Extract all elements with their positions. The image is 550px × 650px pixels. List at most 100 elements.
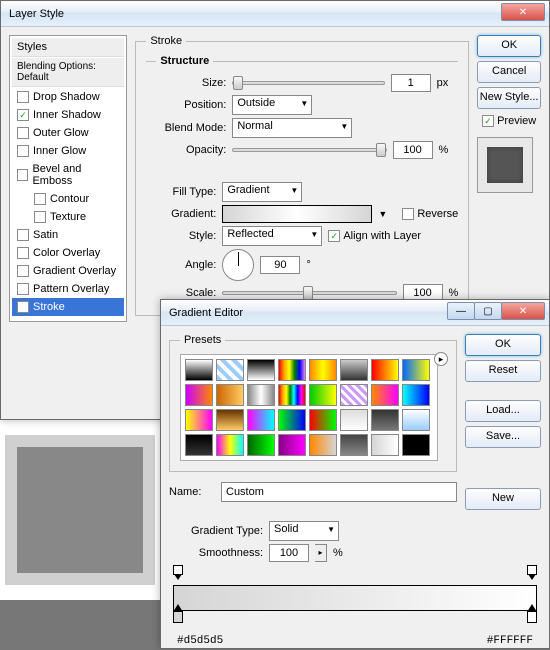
checkbox[interactable] [17, 301, 29, 313]
titlebar[interactable]: Layer Style ✕ [1, 1, 549, 27]
blending-options[interactable]: Blending Options: Default [12, 58, 124, 87]
preset-swatch[interactable] [278, 409, 306, 431]
style-item-stroke[interactable]: Stroke [12, 298, 124, 316]
preset-swatch[interactable] [278, 384, 306, 406]
preset-swatch[interactable] [216, 384, 244, 406]
preset-swatch[interactable] [216, 434, 244, 456]
style-item-contour[interactable]: Contour [12, 190, 124, 208]
opacity-stop-left[interactable] [173, 565, 183, 575]
style-item-satin[interactable]: Satin [12, 226, 124, 244]
style-item-outer-glow[interactable]: Outer Glow [12, 124, 124, 142]
preset-swatch[interactable] [185, 384, 213, 406]
checkbox[interactable] [17, 145, 29, 157]
style-item-pattern-overlay[interactable]: Pattern Overlay [12, 280, 124, 298]
ok-button[interactable]: OK [477, 35, 541, 57]
checkbox[interactable] [17, 109, 29, 121]
load-button[interactable]: Load... [465, 400, 541, 422]
minimize-button[interactable]: — [447, 302, 475, 320]
preset-swatch[interactable] [309, 434, 337, 456]
size-value[interactable]: 1 [391, 74, 431, 92]
preset-swatch[interactable] [371, 409, 399, 431]
preset-swatch[interactable] [309, 384, 337, 406]
preset-swatch[interactable] [216, 409, 244, 431]
scale-slider[interactable] [222, 291, 396, 295]
new-button[interactable]: New [465, 488, 541, 510]
preset-swatch[interactable] [216, 359, 244, 381]
style-item-gradient-overlay[interactable]: Gradient Overlay [12, 262, 124, 280]
preset-swatch[interactable] [402, 384, 430, 406]
filltype-select[interactable]: Gradient [222, 182, 302, 202]
preset-swatch[interactable] [185, 409, 213, 431]
preset-swatch[interactable] [340, 434, 368, 456]
cancel-button[interactable]: Cancel [477, 61, 541, 83]
angle-value[interactable]: 90 [260, 256, 300, 274]
gedit-titlebar[interactable]: Gradient Editor — ▢ ✕ [161, 300, 549, 326]
checkbox[interactable] [17, 283, 29, 295]
opacity-slider[interactable] [232, 148, 386, 152]
style-item-drop-shadow[interactable]: Drop Shadow [12, 88, 124, 106]
checkbox[interactable] [17, 127, 29, 139]
maximize-button[interactable]: ▢ [474, 302, 502, 320]
gedit-close-button[interactable]: ✕ [501, 302, 545, 320]
align-checkbox[interactable]: Align with Layer [328, 230, 421, 242]
style-item-inner-glow[interactable]: Inner Glow [12, 142, 124, 160]
style-item-color-overlay[interactable]: Color Overlay [12, 244, 124, 262]
angle-dial[interactable] [222, 249, 254, 281]
save-button[interactable]: Save... [465, 426, 541, 448]
preset-swatch[interactable] [402, 434, 430, 456]
color-stop-left[interactable] [173, 611, 183, 623]
preset-swatch[interactable] [309, 409, 337, 431]
new-style-button[interactable]: New Style... [477, 87, 541, 109]
reset-button[interactable]: Reset [465, 360, 541, 382]
blendmode-select[interactable]: Normal [232, 118, 352, 138]
preset-swatch[interactable] [402, 359, 430, 381]
gedit-ok-button[interactable]: OK [465, 334, 541, 356]
close-button[interactable]: ✕ [501, 3, 545, 21]
preset-swatch[interactable] [185, 434, 213, 456]
style-item-inner-shadow[interactable]: Inner Shadow [12, 106, 124, 124]
checkbox[interactable] [17, 229, 29, 241]
preset-swatch[interactable] [247, 359, 275, 381]
checkbox[interactable] [34, 211, 46, 223]
preset-swatch[interactable] [371, 359, 399, 381]
smooth-arrow-icon[interactable]: ▸ [315, 544, 327, 562]
preset-swatch[interactable] [340, 359, 368, 381]
preset-swatch[interactable] [340, 384, 368, 406]
style-item-texture[interactable]: Texture [12, 208, 124, 226]
opacity-value[interactable]: 100 [393, 141, 433, 159]
opacity-stop-right[interactable] [527, 565, 537, 575]
preset-swatch[interactable] [278, 359, 306, 381]
preset-swatch[interactable] [185, 359, 213, 381]
checkbox[interactable] [17, 247, 29, 259]
preset-swatch[interactable] [371, 434, 399, 456]
preset-swatch[interactable] [247, 434, 275, 456]
checkbox[interactable] [17, 91, 29, 103]
color-stop-right[interactable] [527, 611, 537, 623]
preview-checkbox[interactable]: Preview [477, 115, 541, 127]
preset-swatch[interactable] [340, 409, 368, 431]
checkbox[interactable] [34, 193, 46, 205]
style-item-label: Drop Shadow [33, 91, 100, 103]
style-select[interactable]: Reflected [222, 226, 322, 246]
preset-swatch[interactable] [402, 409, 430, 431]
style-item-bevel-and-emboss[interactable]: Bevel and Emboss [12, 160, 124, 190]
name-input[interactable] [221, 482, 457, 502]
presets-menu-icon[interactable]: ▸ [434, 352, 448, 366]
smooth-value[interactable]: 100 [269, 544, 309, 562]
style-item-label: Pattern Overlay [33, 283, 109, 295]
preset-swatch[interactable] [309, 359, 337, 381]
preset-swatch[interactable] [371, 384, 399, 406]
styles-header[interactable]: Styles [12, 38, 124, 57]
gradient-preview[interactable] [173, 585, 537, 611]
preset-swatch[interactable] [247, 384, 275, 406]
position-select[interactable]: Outside [232, 95, 312, 115]
preset-swatch[interactable] [247, 409, 275, 431]
preset-swatch[interactable] [278, 434, 306, 456]
style-item-label: Bevel and Emboss [32, 163, 119, 187]
size-slider[interactable] [232, 81, 384, 85]
checkbox[interactable] [17, 265, 29, 277]
reverse-checkbox[interactable]: Reverse [402, 208, 458, 220]
gradtype-select[interactable]: Solid [269, 521, 339, 541]
gradient-picker[interactable] [222, 205, 372, 223]
checkbox[interactable] [17, 169, 28, 181]
